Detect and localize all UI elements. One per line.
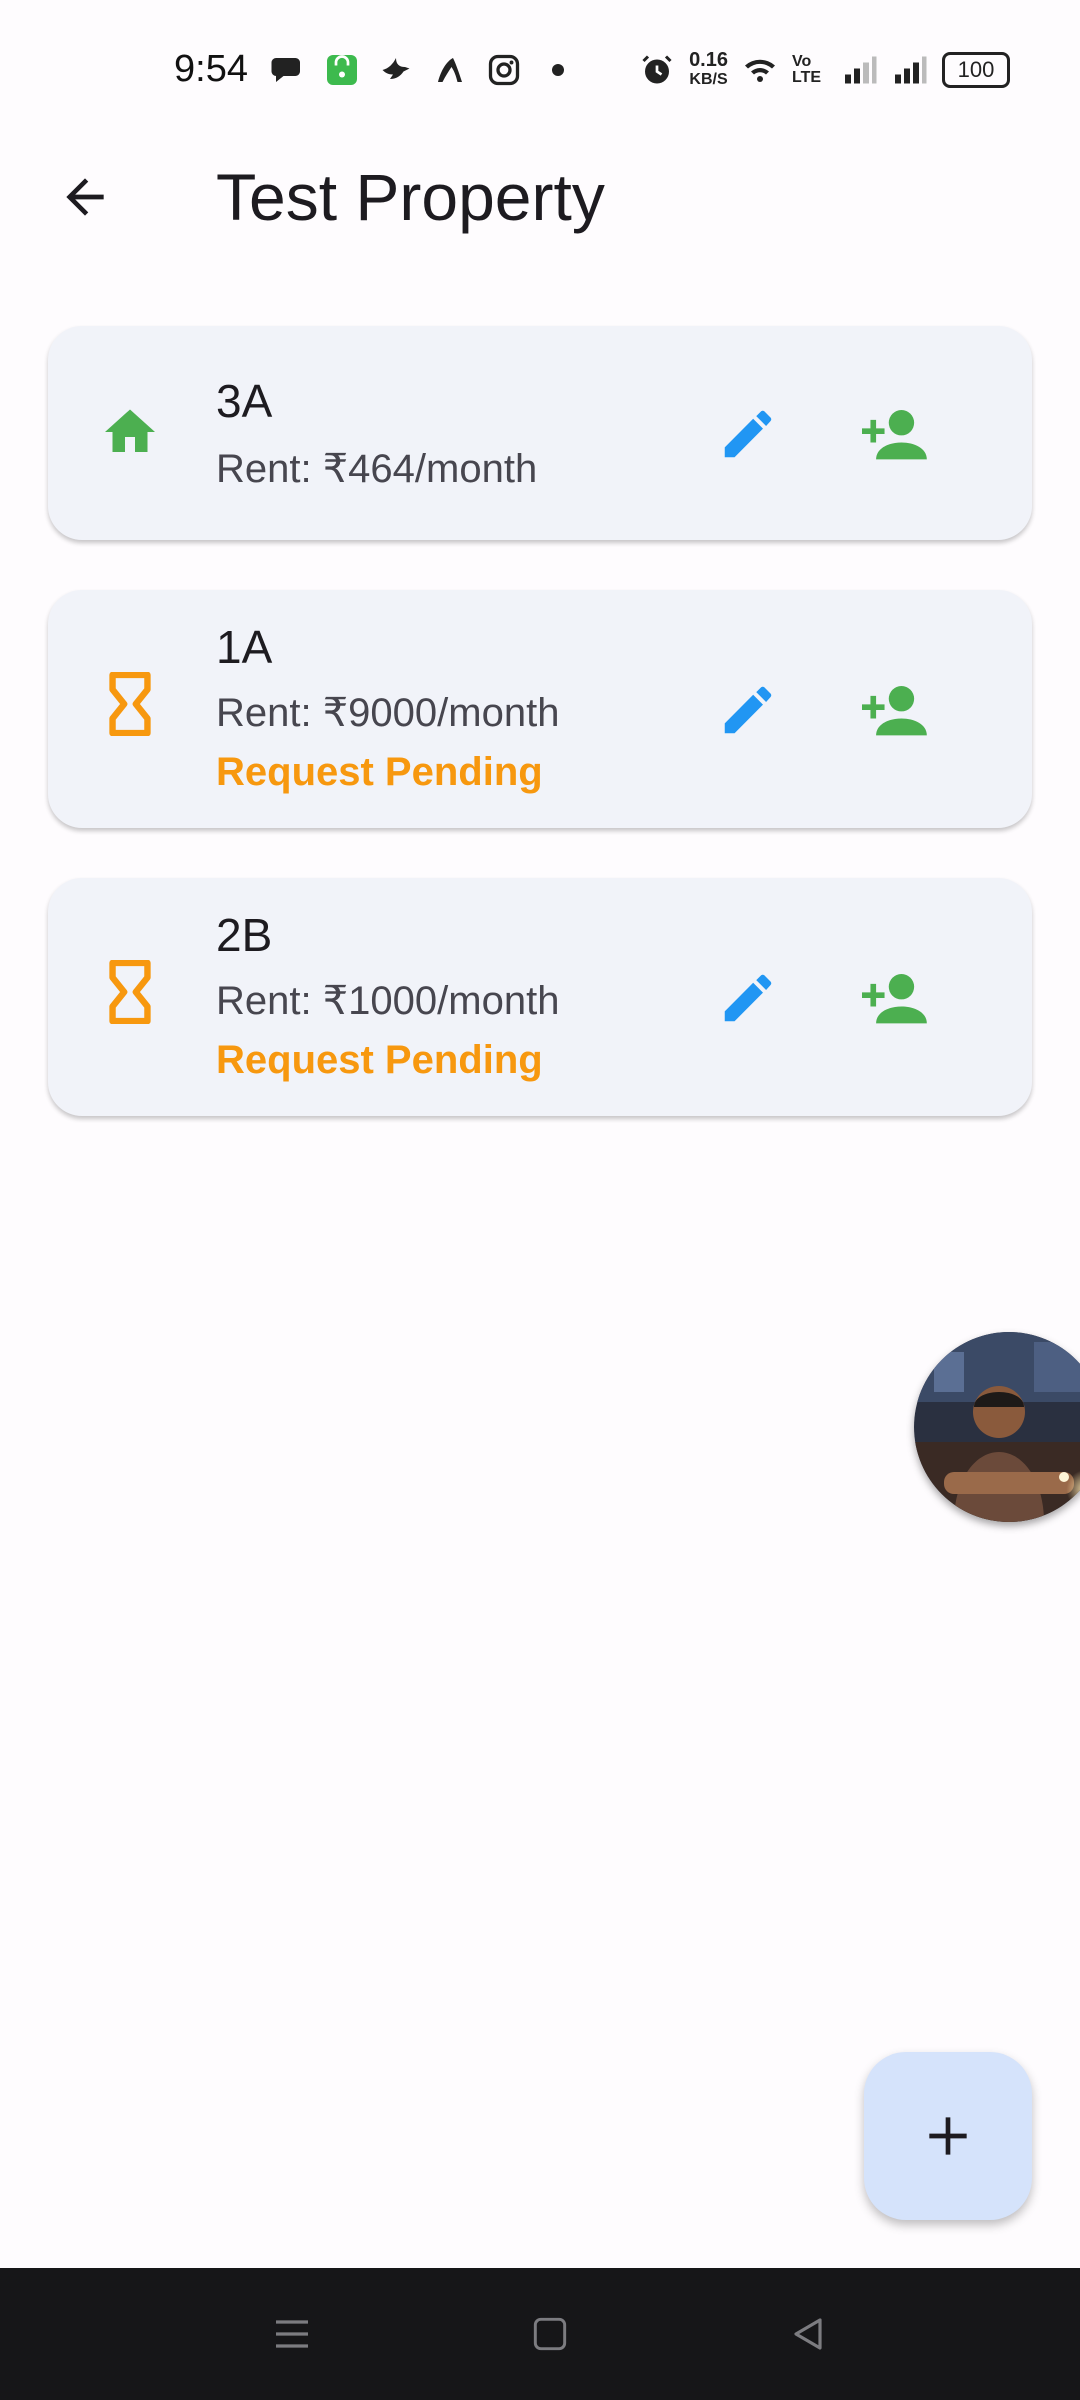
- unit-rent: Rent: ₹464/month: [216, 447, 538, 491]
- request-status: Request Pending: [216, 750, 543, 794]
- add-tenant-button[interactable]: [848, 394, 938, 474]
- shopping-bag-icon: [327, 55, 357, 85]
- page-title: Test Property: [216, 160, 605, 234]
- instagram-icon: [488, 54, 520, 86]
- volte-indicator: Vo LTE: [792, 53, 822, 86]
- chat-bubble-icon: [271, 58, 300, 82]
- network-speed-unit: KB/S: [689, 71, 728, 88]
- add-unit-fab[interactable]: [864, 2052, 1032, 2220]
- plus-icon: [929, 2117, 967, 2155]
- person-add-icon: [862, 974, 927, 1024]
- floating-chat-head-avatar[interactable]: [914, 1332, 1080, 1522]
- battery-indicator: 100: [942, 52, 1010, 88]
- unit-rent: Rent: ₹9000/month: [216, 691, 560, 735]
- recent-apps-button[interactable]: [258, 2300, 326, 2368]
- system-navigation-bar: [0, 2268, 1080, 2400]
- edit-button[interactable]: [708, 958, 788, 1038]
- person-add-icon: [862, 410, 927, 460]
- back-nav-button[interactable]: [774, 2300, 842, 2368]
- triangle-back-icon: [794, 2318, 822, 2350]
- hourglass-icon: [100, 960, 160, 1024]
- status-bar: 9:54 0.16 KB/S Vo LTE 100: [0, 0, 1080, 140]
- square-icon: [533, 2317, 567, 2351]
- unit-name: 1A: [216, 621, 273, 673]
- network-speed-value: 0.16: [689, 49, 728, 71]
- unit-card[interactable]: 1A Rent: ₹9000/month Request Pending: [48, 590, 1032, 828]
- menu-lines-icon: [276, 2320, 308, 2348]
- add-tenant-button[interactable]: [848, 670, 938, 750]
- unit-name: 3A: [216, 375, 273, 427]
- unit-card[interactable]: 3A Rent: ₹464/month: [48, 326, 1032, 540]
- notification-icons: [270, 52, 576, 88]
- unit-rent: Rent: ₹1000/month: [216, 979, 560, 1023]
- signal-sim2-icon: [895, 56, 927, 84]
- wifi-icon: [745, 59, 775, 82]
- alarm-icon: [642, 55, 672, 84]
- person-add-icon: [862, 686, 927, 736]
- pencil-icon: [724, 974, 772, 1022]
- system-icons: 0.16 KB/S Vo LTE 100: [639, 50, 1010, 90]
- arrow-left-icon: [66, 178, 104, 216]
- back-button[interactable]: [40, 162, 130, 232]
- pencil-icon: [724, 410, 772, 458]
- signal-sim1-icon: [845, 56, 877, 84]
- more-notifications-dot-icon: [552, 64, 564, 76]
- app-bar: Test Property: [0, 140, 1080, 250]
- app-logo-icon: [438, 58, 462, 82]
- avatar-photo: [914, 1332, 1080, 1522]
- request-status: Request Pending: [216, 1038, 543, 1082]
- edit-button[interactable]: [708, 670, 788, 750]
- home-nav-button[interactable]: [516, 2300, 584, 2368]
- add-tenant-button[interactable]: [848, 958, 938, 1038]
- unit-card[interactable]: 2B Rent: ₹1000/month Request Pending: [48, 878, 1032, 1116]
- bird-icon: [382, 58, 410, 79]
- network-speed: 0.16 KB/S: [689, 50, 728, 90]
- hourglass-icon: [100, 672, 160, 736]
- edit-button[interactable]: [708, 394, 788, 474]
- unit-name: 2B: [216, 909, 273, 961]
- home-icon: [100, 402, 160, 462]
- pencil-icon: [724, 686, 772, 734]
- status-time: 9:54: [174, 48, 248, 90]
